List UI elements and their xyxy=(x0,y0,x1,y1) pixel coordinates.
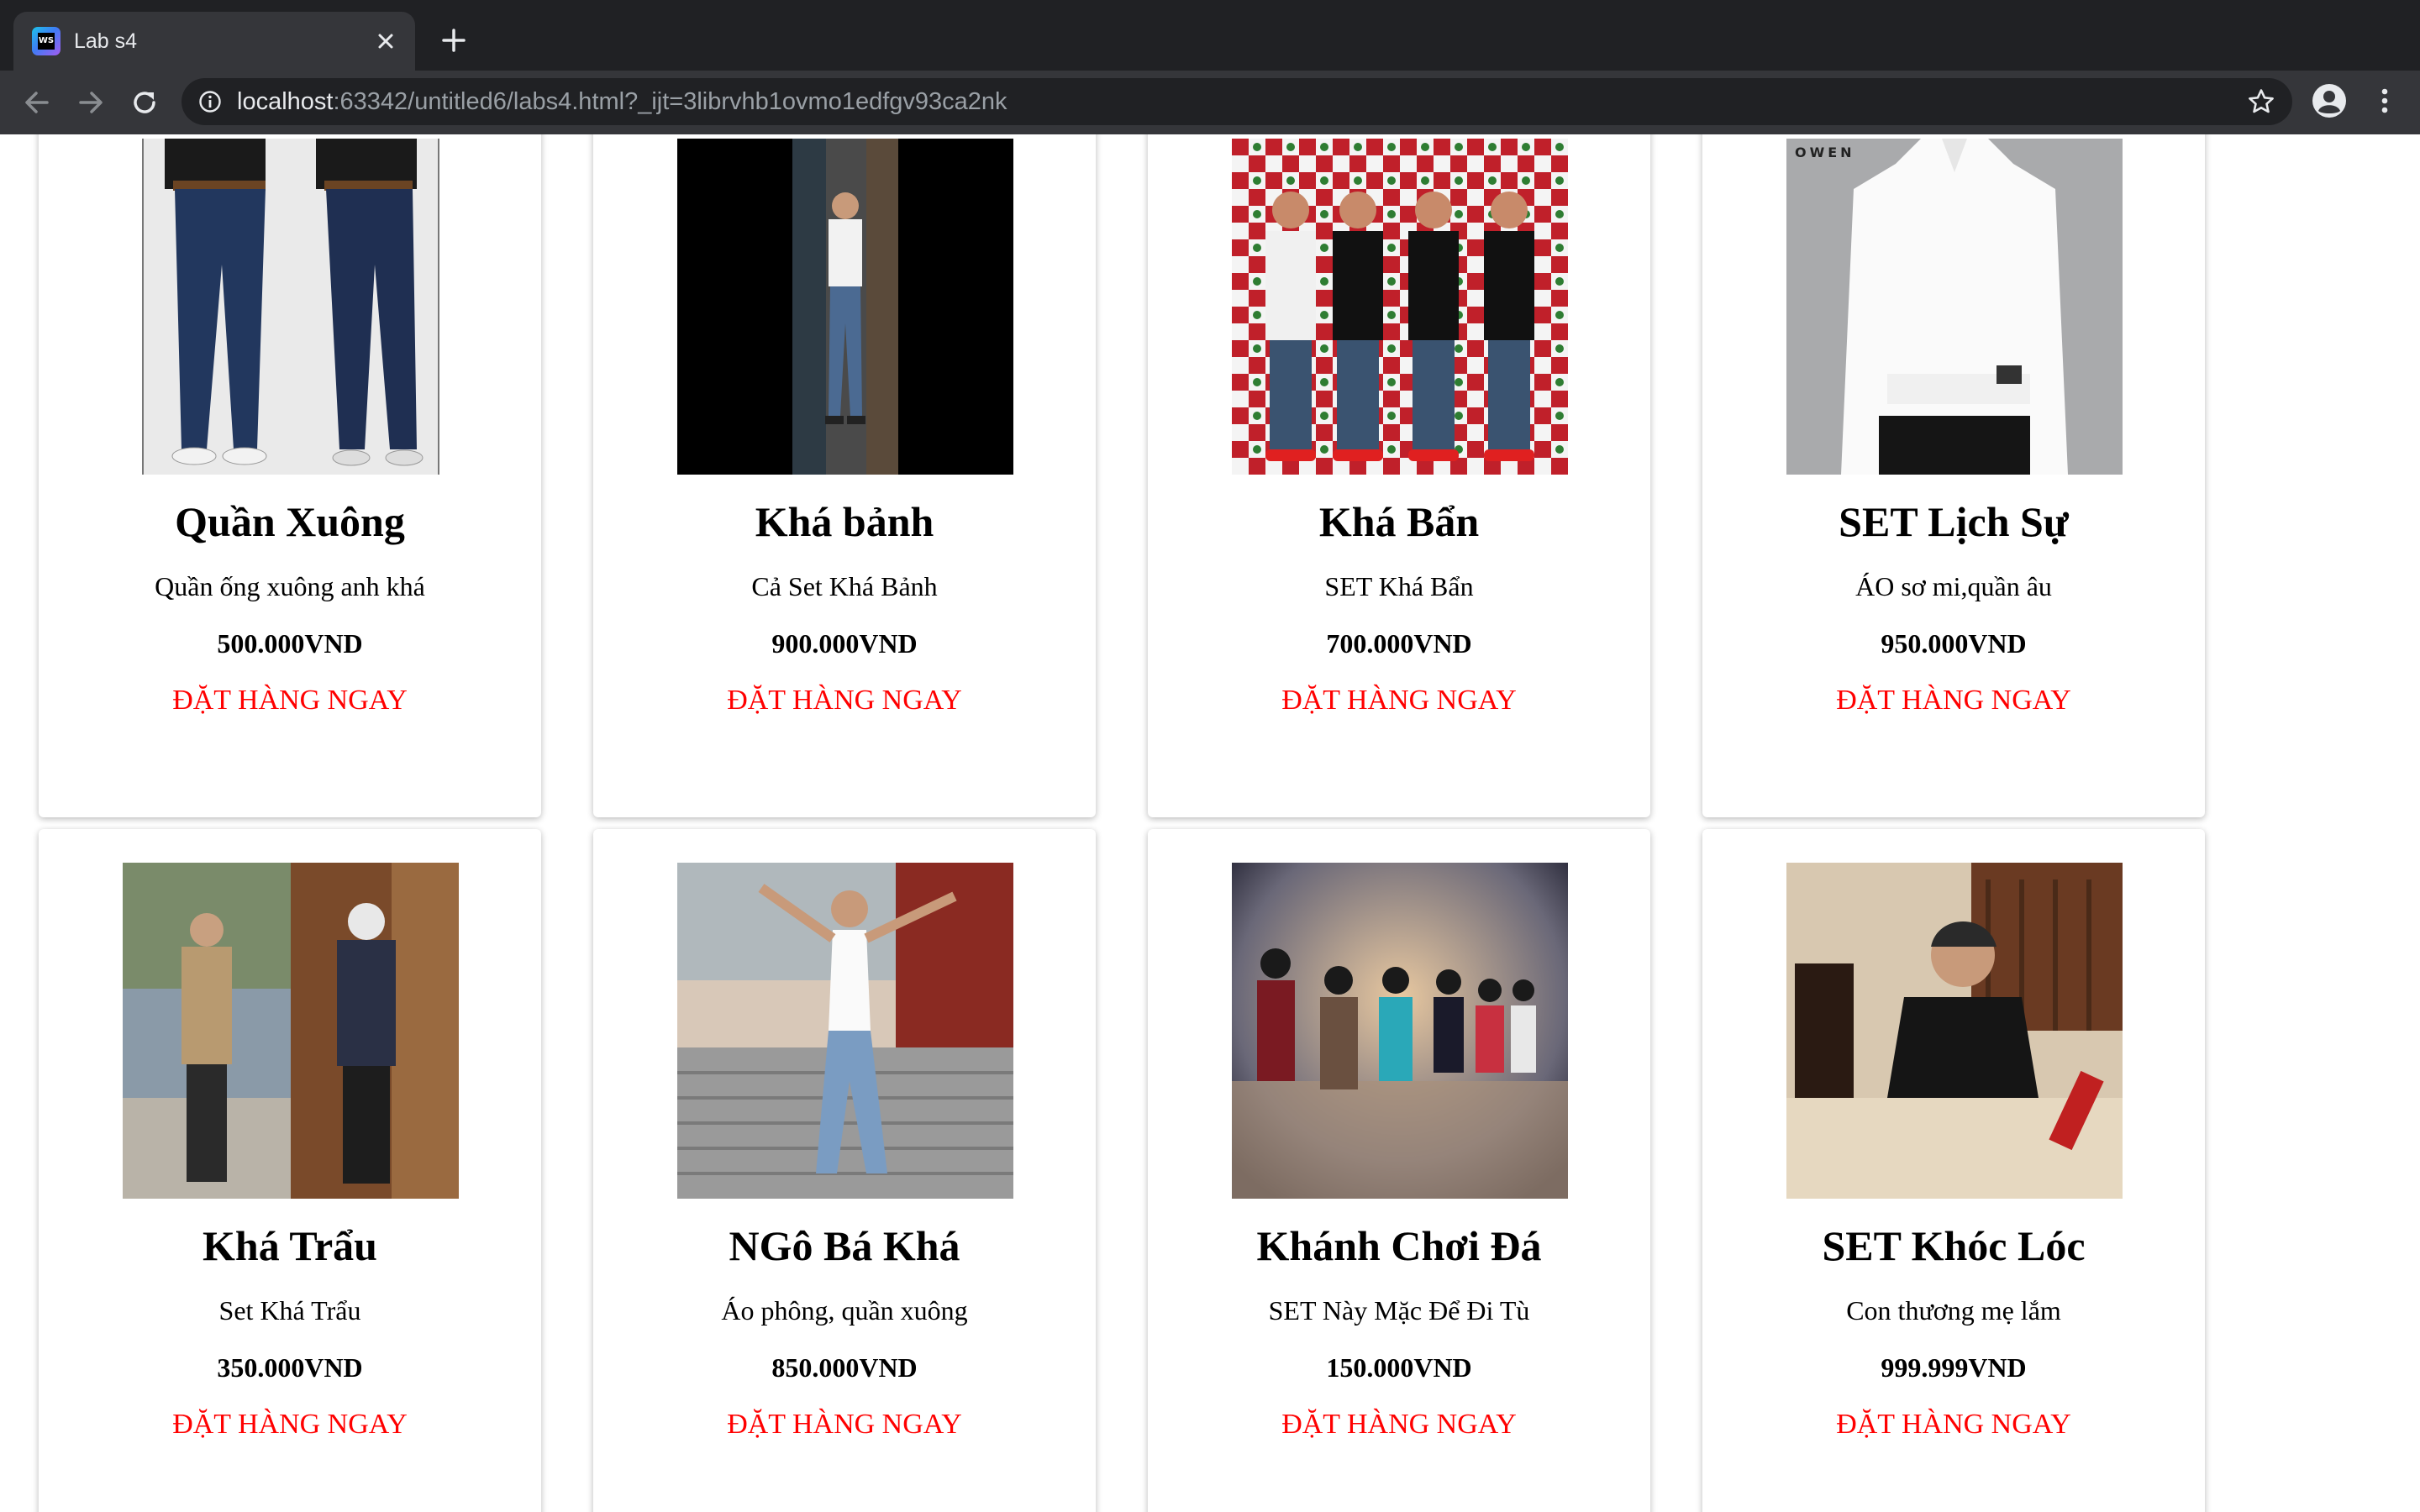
product-image[interactable] xyxy=(1232,139,1568,475)
product-image[interactable] xyxy=(123,863,459,1199)
product-title: Khá Bẩn xyxy=(1318,498,1480,545)
profile-avatar-icon[interactable] xyxy=(2311,82,2348,119)
product-title: Khá bảnh xyxy=(755,498,934,545)
product-title: NGô Bá Khá xyxy=(729,1222,960,1269)
product-price: 900.000VND xyxy=(771,628,918,659)
product-card-quan-xuong: Quần Xuông Quần ống xuông anh khá 500.00… xyxy=(39,134,541,817)
product-image[interactable]: OWEN xyxy=(1786,139,2123,475)
product-image[interactable] xyxy=(677,863,1013,1199)
order-now-link[interactable]: ĐẶT HÀNG NGAY xyxy=(593,680,1096,722)
jeans-photo-icon xyxy=(123,139,459,475)
product-title: Khá Trẩu xyxy=(203,1222,377,1269)
product-card-kha-banh: Khá bảnh Cả Set Khá Bảnh 900.000VND ĐẶT … xyxy=(593,134,1096,817)
product-price: 350.000VND xyxy=(217,1352,363,1383)
product-title: SET Lịch Sự xyxy=(1839,498,2069,545)
white-shirt-photo-icon: OWEN xyxy=(1786,139,2123,475)
browser-toolbar: localhost:63342/untitled6/labs4.html?_ij… xyxy=(0,71,2420,134)
url-text[interactable]: localhost:63342/untitled6/labs4.html?_ij… xyxy=(237,87,1007,117)
product-price: 850.000VND xyxy=(771,1352,918,1383)
product-card-set-lich-su: OWEN SET Lịch Sự ÁO sơ mi,quần âu 950.00… xyxy=(1702,134,2205,817)
product-image[interactable] xyxy=(123,139,459,475)
product-description: Quần ống xuông anh khá xyxy=(155,571,425,601)
product-price: 500.000VND xyxy=(217,628,363,659)
product-price: 950.000VND xyxy=(1881,628,2027,659)
order-now-link[interactable]: ĐẶT HÀNG NGAY xyxy=(1702,1404,2205,1446)
tab-title: Lab s4 xyxy=(74,29,138,53)
product-price: 150.000VND xyxy=(1326,1352,1472,1383)
two-outfits-photo-icon xyxy=(123,863,459,1199)
browser-menu-icon[interactable] xyxy=(2370,82,2400,119)
line-up-photo-icon xyxy=(1232,863,1568,1199)
product-card-khanh-choi-da: Khánh Chơi Đá SET Này Mặc Để Đi Tù 150.0… xyxy=(1148,829,1650,1512)
product-image[interactable] xyxy=(677,139,1013,475)
product-description: Set Khá Trẩu xyxy=(218,1295,361,1326)
product-price: 700.000VND xyxy=(1326,628,1472,659)
product-description: SET Khá Bẩn xyxy=(1324,571,1474,601)
product-image[interactable] xyxy=(1232,863,1568,1199)
product-card-ngo-ba-kha: NGô Bá Khá Áo phông, quần xuông 850.000V… xyxy=(593,829,1096,1512)
product-description: Cả Set Khá Bảnh xyxy=(751,571,938,601)
order-now-link[interactable]: ĐẶT HÀNG NGAY xyxy=(593,1404,1096,1446)
svg-text:OWEN: OWEN xyxy=(1795,144,1855,160)
product-card-set-khoc-loc: SET Khóc Lóc Con thương mẹ lắm 999.999VN… xyxy=(1702,829,2205,1512)
order-now-link[interactable]: ĐẶT HÀNG NGAY xyxy=(1702,680,2205,722)
page-viewport: Quần Xuông Quần ống xuông anh khá 500.00… xyxy=(0,134,2420,1512)
site-info-icon[interactable] xyxy=(198,90,222,113)
product-card-kha-ban: Khá Bẩn SET Khá Bẩn 700.000VND ĐẶT HÀNG … xyxy=(1148,134,1650,817)
product-description: Áo phông, quần xuông xyxy=(721,1295,968,1326)
new-tab-icon[interactable] xyxy=(437,24,471,57)
order-now-link[interactable]: ĐẶT HÀNG NGAY xyxy=(1148,1404,1650,1446)
product-description: Con thương mẹ lắm xyxy=(1846,1295,2061,1326)
group-photo-icon xyxy=(1232,139,1568,475)
reload-icon[interactable] xyxy=(128,86,161,119)
order-now-link[interactable]: ĐẶT HÀNG NGAY xyxy=(1148,680,1650,722)
product-image[interactable] xyxy=(1786,863,2123,1199)
interview-photo-icon xyxy=(1786,863,2123,1199)
product-price: 999.999VND xyxy=(1881,1352,2027,1383)
product-card-kha-trau: Khá Trẩu Set Khá Trẩu 350.000VND ĐẶT HÀN… xyxy=(39,829,541,1512)
product-title: Khánh Chơi Đá xyxy=(1256,1222,1542,1269)
order-now-link[interactable]: ĐẶT HÀNG NGAY xyxy=(39,680,541,722)
forward-icon[interactable] xyxy=(74,86,108,119)
close-tab-icon[interactable] xyxy=(373,29,398,54)
product-description: ÁO sơ mi,quần âu xyxy=(1855,571,2052,601)
product-title: Quần Xuông xyxy=(175,498,405,545)
bookmark-star-icon[interactable] xyxy=(2247,87,2275,116)
browser-tab[interactable]: WS Lab s4 xyxy=(13,12,415,71)
product-title: SET Khóc Lóc xyxy=(1822,1222,2086,1269)
back-icon[interactable] xyxy=(20,86,54,119)
outfit-video-frame-icon xyxy=(677,139,1013,475)
tab-strip: WS Lab s4 xyxy=(0,0,2420,71)
product-description: SET Này Mặc Để Đi Tù xyxy=(1268,1295,1530,1326)
stairs-pose-photo-icon xyxy=(677,863,1013,1199)
order-now-link[interactable]: ĐẶT HÀNG NGAY xyxy=(39,1404,541,1446)
address-bar[interactable]: localhost:63342/untitled6/labs4.html?_ij… xyxy=(182,78,2292,125)
webstorm-favicon-icon: WS xyxy=(32,27,60,55)
